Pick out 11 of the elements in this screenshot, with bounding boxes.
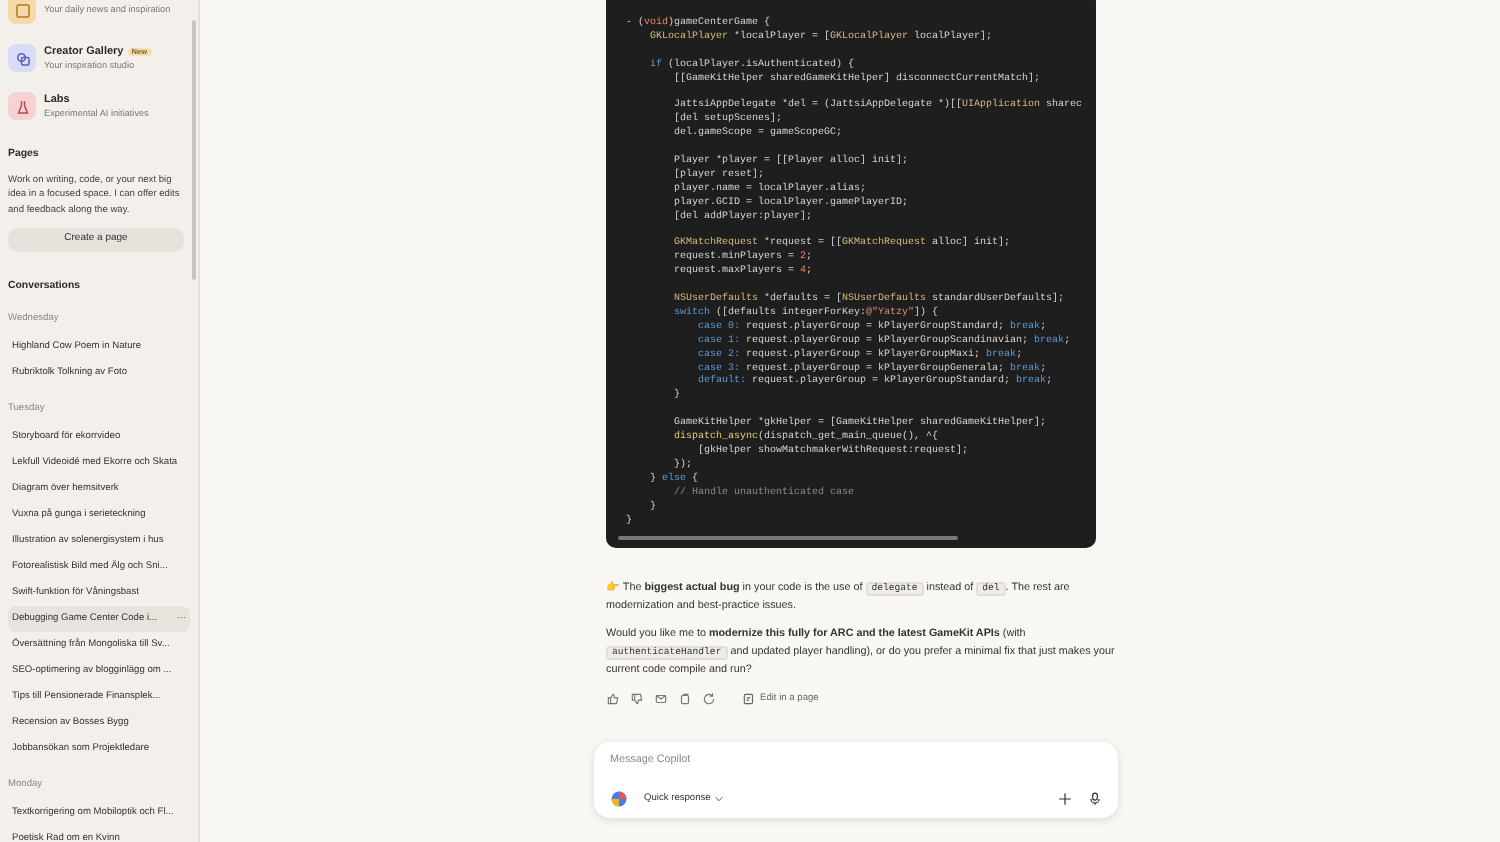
thumbs-down-icon[interactable] [630, 692, 644, 707]
plus-icon[interactable] [1058, 792, 1072, 807]
copy-icon[interactable] [678, 692, 692, 707]
page-edit-icon [742, 692, 756, 707]
caret-icon [714, 794, 725, 805]
microphone-icon[interactable] [1088, 792, 1102, 807]
thumbs-up-icon[interactable] [606, 692, 620, 707]
copilot-logo-icon [610, 790, 628, 809]
refresh-icon[interactable] [702, 692, 716, 707]
flask-icon [13, 97, 31, 115]
gallery-icon [13, 49, 31, 67]
